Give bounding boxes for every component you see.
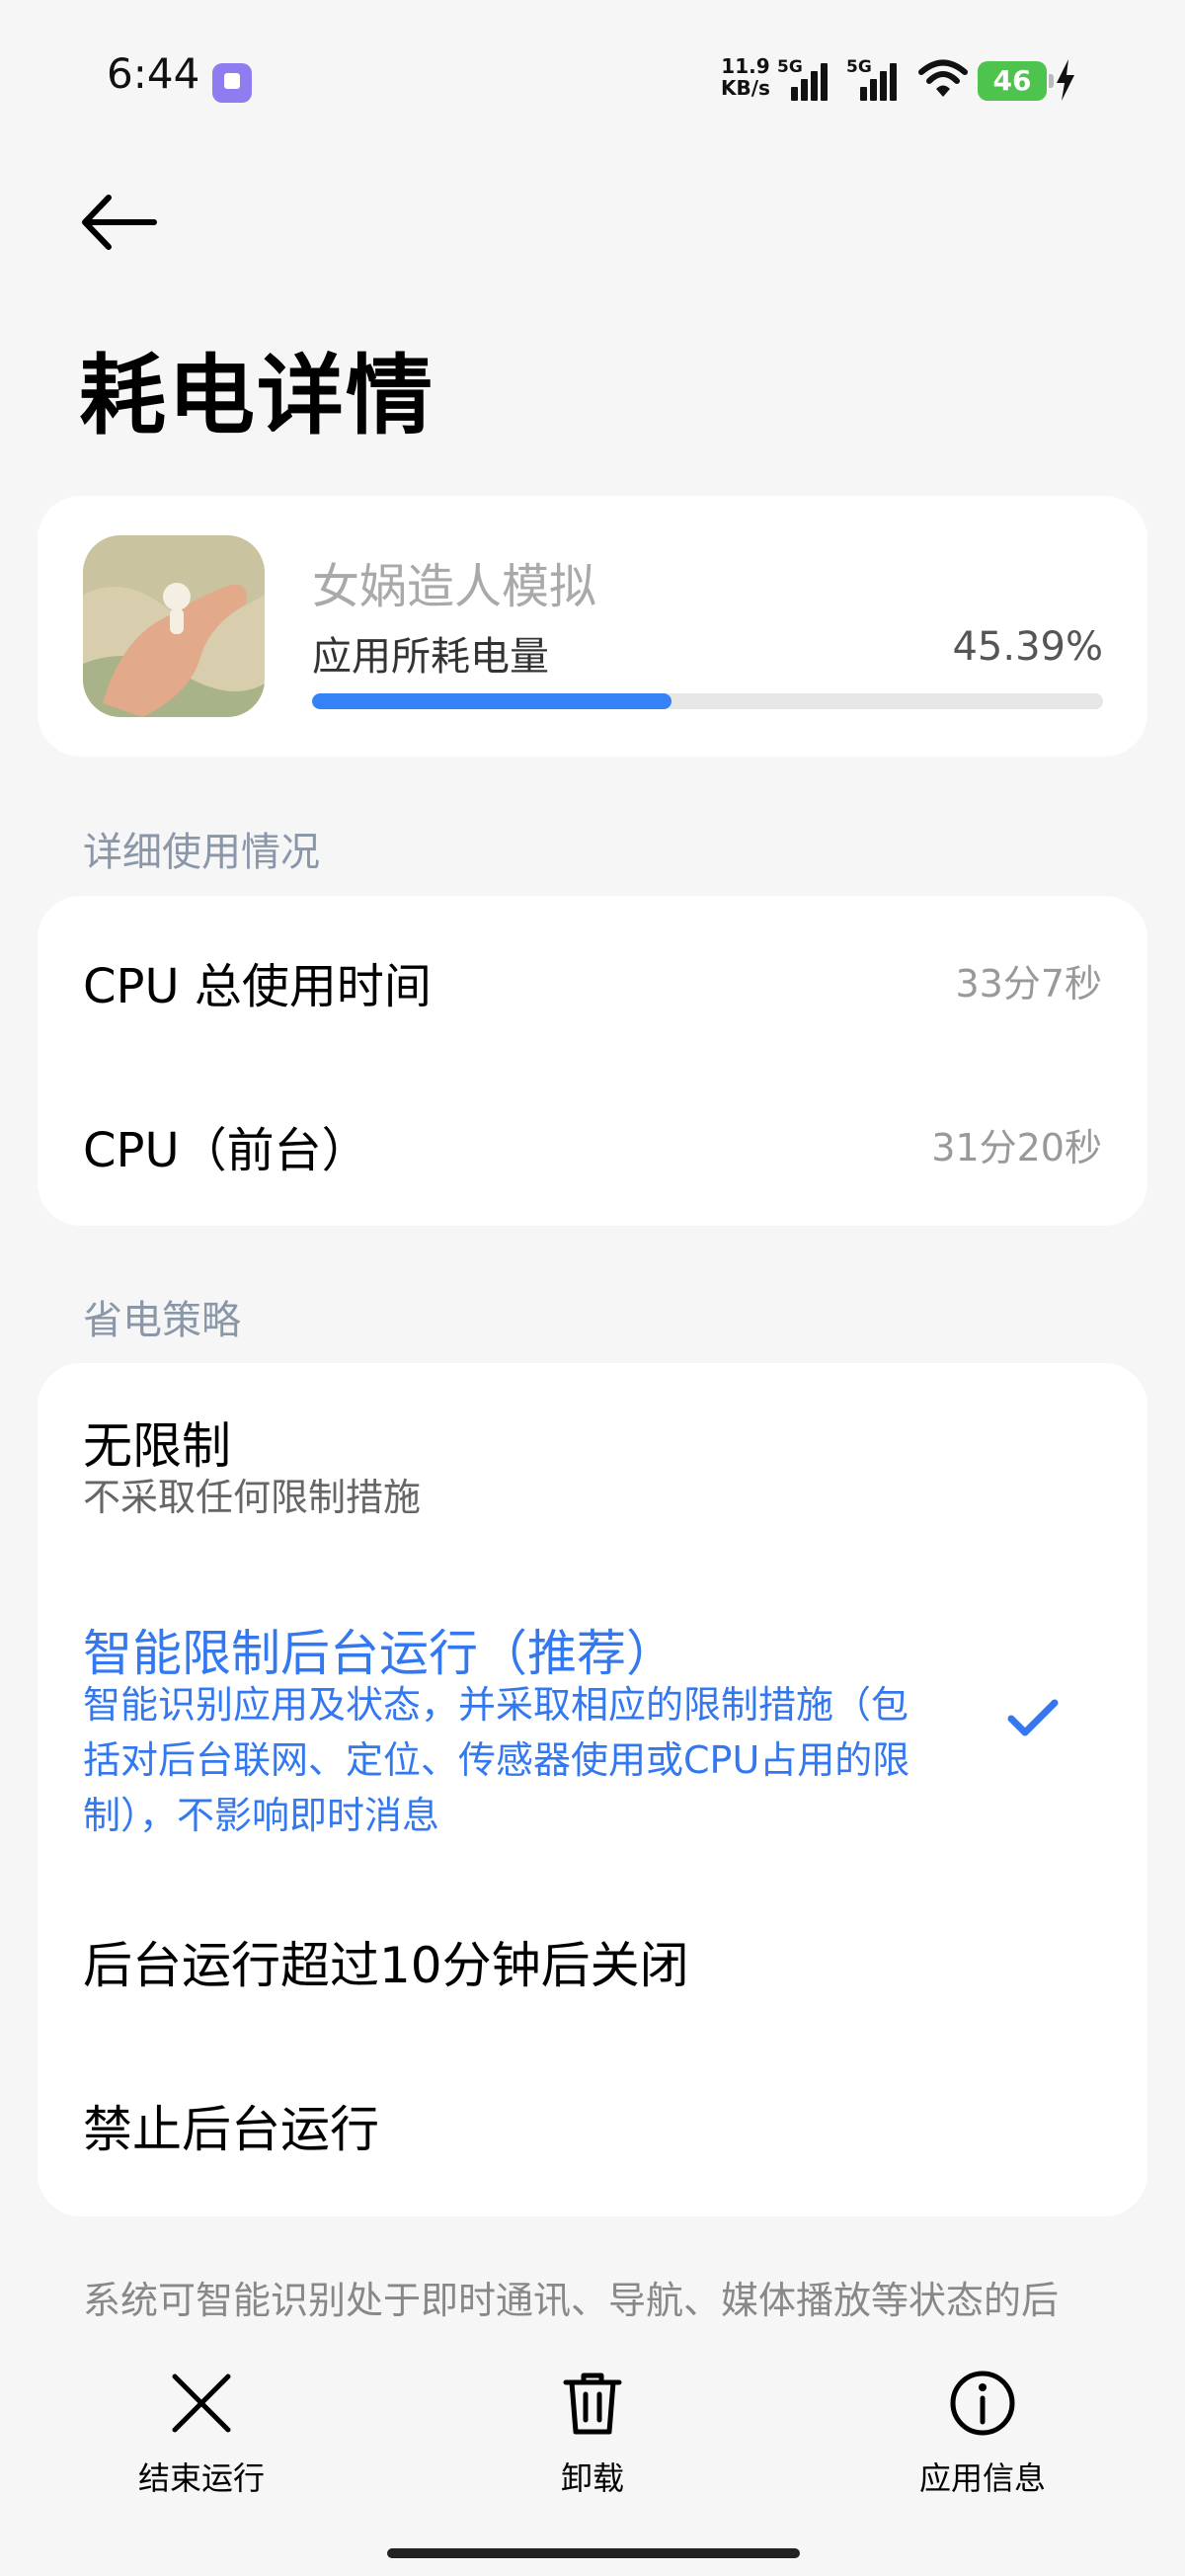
policy-card: 无限制 不采取任何限制措施 智能限制后台运行（推荐） 智能识别应用及状态，并采取… xyxy=(38,1363,1147,2216)
end-process-label: 结束运行 xyxy=(137,2459,265,2497)
battery-indicator: 46 xyxy=(978,61,1054,101)
app-usage-card: 女娲造人模拟 应用所耗电量 45.39% xyxy=(38,496,1147,757)
cellular-signal-icon: 5G xyxy=(777,57,836,101)
option-title: 智能限制后台运行（推荐） xyxy=(83,1625,675,1682)
option-desc-line-3: 制），不影响即时消息 xyxy=(83,1794,440,1837)
footer-note: 系统可智能识别处于即时通讯、导航、媒体播放等状态的后 xyxy=(83,2279,1060,2322)
checkmark-icon xyxy=(1007,1699,1059,1736)
status-time: 6:44 xyxy=(107,49,200,98)
notification-app-icon xyxy=(212,63,252,103)
info-icon xyxy=(950,2371,1015,2436)
section-header-details: 详细使用情况 xyxy=(83,830,320,875)
cpu-total-value: 33分7秒 xyxy=(955,962,1102,1006)
wifi-icon xyxy=(918,59,968,97)
bottom-action-bar: 结束运行 卸载 应用信息 xyxy=(0,2339,1185,2576)
option-title: 后台运行超过10分钟后关闭 xyxy=(83,1937,689,1994)
usage-progress-bar xyxy=(312,693,1103,709)
page-title: 耗电详情 xyxy=(79,345,435,446)
network-speed: 11.9 KB/s xyxy=(721,55,770,99)
cpu-total-label: CPU 总使用时间 xyxy=(83,959,432,1014)
cpu-foreground-value: 31分20秒 xyxy=(931,1126,1102,1169)
close-icon xyxy=(172,2374,231,2433)
option-desc: 不采取任何限制措施 xyxy=(83,1476,422,1519)
app-info-label: 应用信息 xyxy=(918,2459,1046,2497)
trash-icon xyxy=(563,2373,622,2435)
usage-value: 45.39% xyxy=(952,624,1103,670)
end-process-button[interactable]: 结束运行 xyxy=(103,2369,300,2507)
charging-icon xyxy=(1057,59,1074,101)
status-bar: 6:44 11.9 KB/s 5G 5G 46 xyxy=(0,0,1185,158)
network-speed-unit: KB/s xyxy=(721,76,770,100)
app-icon xyxy=(83,535,265,717)
option-title: 禁止后台运行 xyxy=(83,2101,379,2158)
app-name: 女娲造人模拟 xyxy=(312,559,597,614)
details-card: CPU 总使用时间 33分7秒 CPU（前台） 31分20秒 xyxy=(38,896,1147,1226)
option-desc-line-1: 智能识别应用及状态，并采取相应的限制措施（包 xyxy=(83,1683,909,1727)
uninstall-label: 卸载 xyxy=(560,2459,624,2497)
network-speed-value: 11.9 xyxy=(721,54,770,78)
app-info-button[interactable]: 应用信息 xyxy=(884,2369,1081,2507)
cellular-signal-icon-2: 5G xyxy=(846,57,906,101)
home-indicator[interactable] xyxy=(387,2548,800,2558)
cpu-foreground-label: CPU（前台） xyxy=(83,1123,369,1178)
usage-label: 应用所耗电量 xyxy=(312,634,549,680)
option-title: 无限制 xyxy=(83,1417,231,1475)
uninstall-button[interactable]: 卸载 xyxy=(494,2369,691,2507)
back-arrow-icon[interactable] xyxy=(79,188,158,257)
section-header-policy: 省电策略 xyxy=(83,1298,241,1343)
option-desc-line-2: 括对后台联网、定位、传感器使用或CPU占用的限 xyxy=(83,1738,910,1782)
usage-progress-fill xyxy=(312,693,672,709)
